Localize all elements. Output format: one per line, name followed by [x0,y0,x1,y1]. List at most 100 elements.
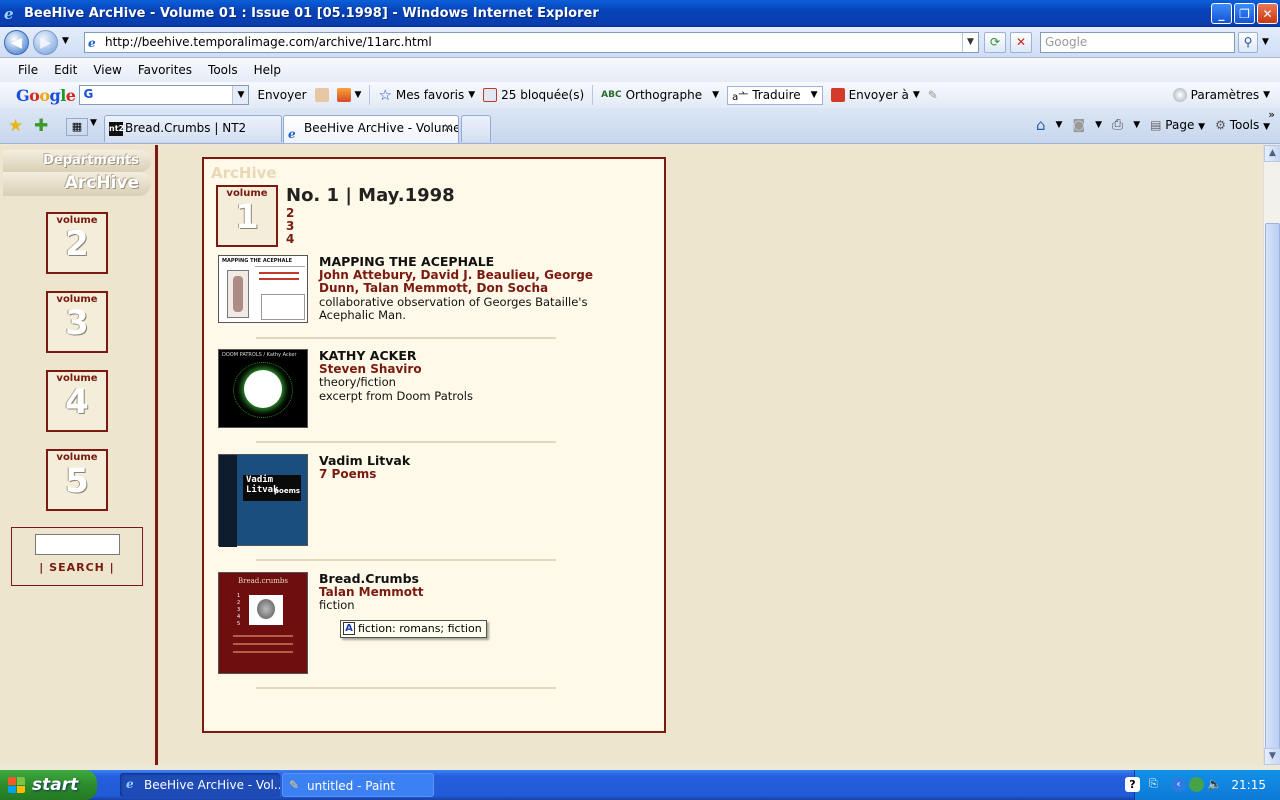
tab-beehive[interactable]: e BeeHive ArcHive - Volume... ✕ [283,115,459,143]
mapping-acephale-thumbnail[interactable]: MAPPING THE ACEPHALE [218,255,308,323]
chevron-icon[interactable]: » [1268,108,1275,121]
menu-view[interactable]: View [85,63,129,77]
highlight-icon[interactable] [314,88,329,102]
messenger-icon[interactable] [1189,777,1204,792]
archive-link[interactable]: ArcHive [3,172,151,196]
entry-description: fiction [319,598,355,612]
tab-bar: ★ ✚ ▦ ▼ nt2 Bread.Crumbs | NT2 e BeeHive… [0,108,1280,144]
entry-authors[interactable]: Steven Shaviro [319,362,599,377]
start-button[interactable]: start [0,770,97,800]
volume-5-link[interactable]: volume 5 [46,449,108,511]
entry-title[interactable]: Bread.Crumbs [319,572,599,586]
envoyer-button[interactable]: Envoyer [257,88,306,102]
kathy-acker-thumbnail[interactable]: DOOM PATROLS / Kathy Acker [218,349,308,428]
window-title: BeeHive ArcHive - Volume 01 : Issue 01 [… [24,6,599,21]
traduire-button[interactable]: a亠 Traduire ▼ [727,85,823,105]
network-icon[interactable]: ⎘ [1149,777,1164,792]
taskbar-ie-window[interactable]: e BeeHive ArcHive - Vol... [120,773,280,797]
entry-title[interactable]: MAPPING THE ACEPHALE [319,255,599,269]
close-button[interactable]: ✕ [1257,3,1278,24]
envoyer-a-button[interactable]: Envoyer à ▼ [830,88,920,102]
favorites-star-icon[interactable]: ★ [8,116,23,136]
divider [256,337,556,339]
entry-authors[interactable]: Talan Memmott [319,585,599,600]
tools-menu[interactable]: ⚙ Tools ▼ [1215,118,1270,132]
web-page: Departments ArcHive volume 2 volume 3 vo… [0,145,1263,765]
tab-breadcrumbs[interactable]: nt2 Bread.Crumbs | NT2 [104,115,282,142]
print-icon[interactable]: ⎙ [1112,117,1123,133]
history-dropdown-icon[interactable]: ▼ [62,36,69,46]
left-navigation: Departments ArcHive volume 2 volume 3 vo… [0,145,158,765]
quick-tabs-icon[interactable]: ▦ [66,118,88,136]
new-tab-button[interactable] [461,115,491,142]
mes-favoris-button[interactable]: ☆ Mes favoris ▼ [378,86,475,104]
menu-file[interactable]: File [10,63,46,77]
address-url: http://beehive.temporalimage.com/archive… [105,35,432,49]
site-search-button[interactable]: | SEARCH | [12,561,142,574]
tab-list-icon[interactable]: ▼ [90,118,97,128]
back-button[interactable]: ◀ [4,30,29,55]
page-menu[interactable]: ▤ Page ▼ [1150,118,1205,132]
address-bar[interactable]: e http://beehive.temporalimage.com/archi… [84,32,979,53]
pen-icon[interactable]: ✎ [928,88,938,102]
parametres-button[interactable]: Paramètres ▼ [1172,88,1270,102]
issue-heading: No. 1 | May.1998 [286,185,455,206]
entry-description: collaborative observation of Georges Bat… [319,294,588,322]
volume-2-link[interactable]: volume 2 [46,212,108,274]
refresh-button[interactable]: ⟳ [984,32,1006,53]
volume-4-link[interactable]: volume 4 [46,370,108,432]
window-title-bar[interactable]: e BeeHive ArcHive - Volume 01 : Issue 01… [0,0,1280,27]
bread-crumbs-thumbnail[interactable]: Bread.crumbs 1 2 3 4 5 [218,572,308,674]
page-icon: e [88,36,96,50]
vadim-litvak-thumbnail[interactable]: Vadim Litvak poems [218,454,308,547]
entry-authors[interactable]: 7 Poems [319,467,599,482]
volume-3-link[interactable]: volume 3 [46,291,108,353]
entry-description: theory/fiction [319,375,396,389]
search-input[interactable]: Google [1040,32,1235,53]
menu-edit[interactable]: Edit [46,63,85,77]
tray-chevron-icon[interactable]: ‹ [1171,777,1186,792]
minimize-button[interactable]: _ [1211,3,1232,24]
help-icon[interactable]: ? [1125,777,1140,792]
windows-logo-icon [8,777,25,793]
feeds-icon[interactable]: ◙ [1072,118,1085,133]
divider [256,441,556,443]
google-search-input[interactable]: G ▼ [79,85,250,105]
scroll-down-icon[interactable]: ▼ [1264,748,1280,765]
popup-blocker-button[interactable]: 25 bloquée(s) [483,88,584,102]
address-dropdown-icon[interactable]: ▼ [962,33,978,52]
volume-icon[interactable]: 🔈 [1207,777,1222,792]
issue-4-link[interactable]: 4 [286,233,294,246]
issue-panel: ArcHive volume 1 No. 1 | May.1998 2 3 4 … [202,157,666,733]
menu-help[interactable]: Help [246,63,289,77]
forward-button[interactable]: ▶ [33,30,58,55]
orthographe-button[interactable]: ABC Orthographe ▼ [601,88,719,102]
stop-button[interactable]: ✕ [1010,32,1032,53]
scrollbar-thumb[interactable] [1265,223,1280,750]
departments-link[interactable]: Departments [3,150,151,172]
google-logo: Google [16,85,76,105]
scroll-up-icon[interactable]: ▲ [1264,145,1280,162]
maximize-button[interactable]: ❐ [1234,3,1255,24]
bookmarks-icon[interactable]: ▼ [336,88,361,102]
close-tab-icon[interactable]: ✕ [443,116,453,141]
gear-icon: ⚙ [1215,118,1226,132]
home-icon[interactable]: ⌂ [1036,116,1046,134]
search-placeholder: Google [1045,35,1088,49]
site-search-input[interactable] [35,534,120,555]
search-options-icon[interactable]: ▼ [1262,37,1269,47]
menu-tools[interactable]: Tools [200,63,246,77]
archive-heading: ArcHive [211,164,277,182]
vertical-scrollbar[interactable]: ▲ ▼ [1263,145,1280,765]
entry-title[interactable]: KATHY ACKER [319,349,599,363]
menu-favorites[interactable]: Favorites [130,63,200,77]
star-icon: ☆ [378,86,392,104]
google-search-dropdown-icon[interactable]: ▼ [232,86,249,104]
ie-icon: e [4,4,14,23]
search-icon[interactable]: ⚲ [1238,32,1258,53]
add-favorite-icon[interactable]: ✚ [34,116,48,136]
entry-authors[interactable]: John Attebury, David J. Beaulieu, George… [319,268,599,296]
entry-title[interactable]: Vadim Litvak [319,454,599,468]
google-g-icon: G [83,87,94,101]
taskbar-paint-window[interactable]: ✎ untitled - Paint [282,773,434,797]
